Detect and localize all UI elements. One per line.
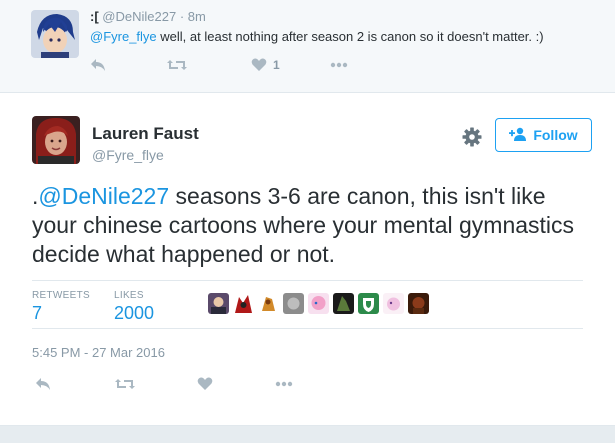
main-like-button[interactable] <box>197 377 213 391</box>
timeline-footer <box>0 425 615 443</box>
liker-avatar[interactable] <box>383 293 404 314</box>
author-avatar[interactable] <box>32 116 80 164</box>
like-button[interactable]: 1 <box>251 58 280 72</box>
reply-author-handle[interactable]: @DeNile227 <box>102 9 176 24</box>
reply-header: :[ @DeNile227 · 8m <box>90 9 206 24</box>
reply-icon <box>35 377 51 391</box>
stats-divider-top <box>32 280 583 281</box>
reply-author-name[interactable]: :[ <box>90 9 99 24</box>
follow-label: Follow <box>533 127 578 143</box>
reply-button[interactable] <box>90 58 106 72</box>
reply-icon <box>90 58 106 72</box>
reply-body: well, at least nothing after season 2 is… <box>156 29 544 44</box>
reply-avatar[interactable] <box>31 10 79 58</box>
gear-icon[interactable] <box>462 127 482 147</box>
follow-button[interactable]: Follow <box>495 118 592 152</box>
reply-like-count: 1 <box>273 58 280 72</box>
heart-icon <box>197 377 213 391</box>
tweet-mention-link[interactable]: @DeNile227 <box>38 183 169 209</box>
reply-tweet[interactable]: :[ @DeNile227 · 8m @Fyre_flye well, at l… <box>0 0 615 93</box>
main-more-button[interactable] <box>275 381 293 387</box>
liker-avatar[interactable] <box>308 293 329 314</box>
heart-icon <box>251 58 267 72</box>
liker-avatar[interactable] <box>233 293 254 314</box>
add-user-icon <box>509 127 527 144</box>
liker-avatar[interactable] <box>208 293 229 314</box>
reply-mention-link[interactable]: @Fyre_flye <box>90 29 157 44</box>
more-icon <box>330 62 348 68</box>
reply-time[interactable]: 8m <box>188 9 206 24</box>
main-retweet-button[interactable] <box>115 377 135 391</box>
author-handle[interactable]: @Fyre_flye <box>92 147 164 163</box>
liker-avatar[interactable] <box>408 293 429 314</box>
main-reply-button[interactable] <box>35 377 51 391</box>
more-button[interactable] <box>330 62 348 68</box>
author-name[interactable]: Lauren Faust <box>92 124 199 144</box>
reply-separator: · <box>179 9 185 24</box>
retweet-button[interactable] <box>167 58 187 72</box>
retweets-count[interactable]: 7 <box>32 303 42 324</box>
liker-avatar[interactable] <box>333 293 354 314</box>
tweet-timestamp[interactable]: 5:45 PM - 27 Mar 2016 <box>32 345 165 360</box>
stats-divider-bottom <box>32 328 583 329</box>
retweet-icon <box>115 377 135 391</box>
liker-avatar[interactable] <box>258 293 279 314</box>
reply-text: @Fyre_flye well, at least nothing after … <box>90 29 544 44</box>
likes-label: LIKES <box>114 290 144 301</box>
more-icon <box>275 381 293 387</box>
likes-count[interactable]: 2000 <box>114 303 154 324</box>
tweet-text: .@DeNile227 seasons 3-6 are canon, this … <box>32 182 592 269</box>
liker-avatar[interactable] <box>358 293 379 314</box>
retweet-icon <box>167 58 187 72</box>
liker-avatar[interactable] <box>283 293 304 314</box>
retweets-label: RETWEETS <box>32 290 90 301</box>
liker-avatars <box>208 293 429 314</box>
